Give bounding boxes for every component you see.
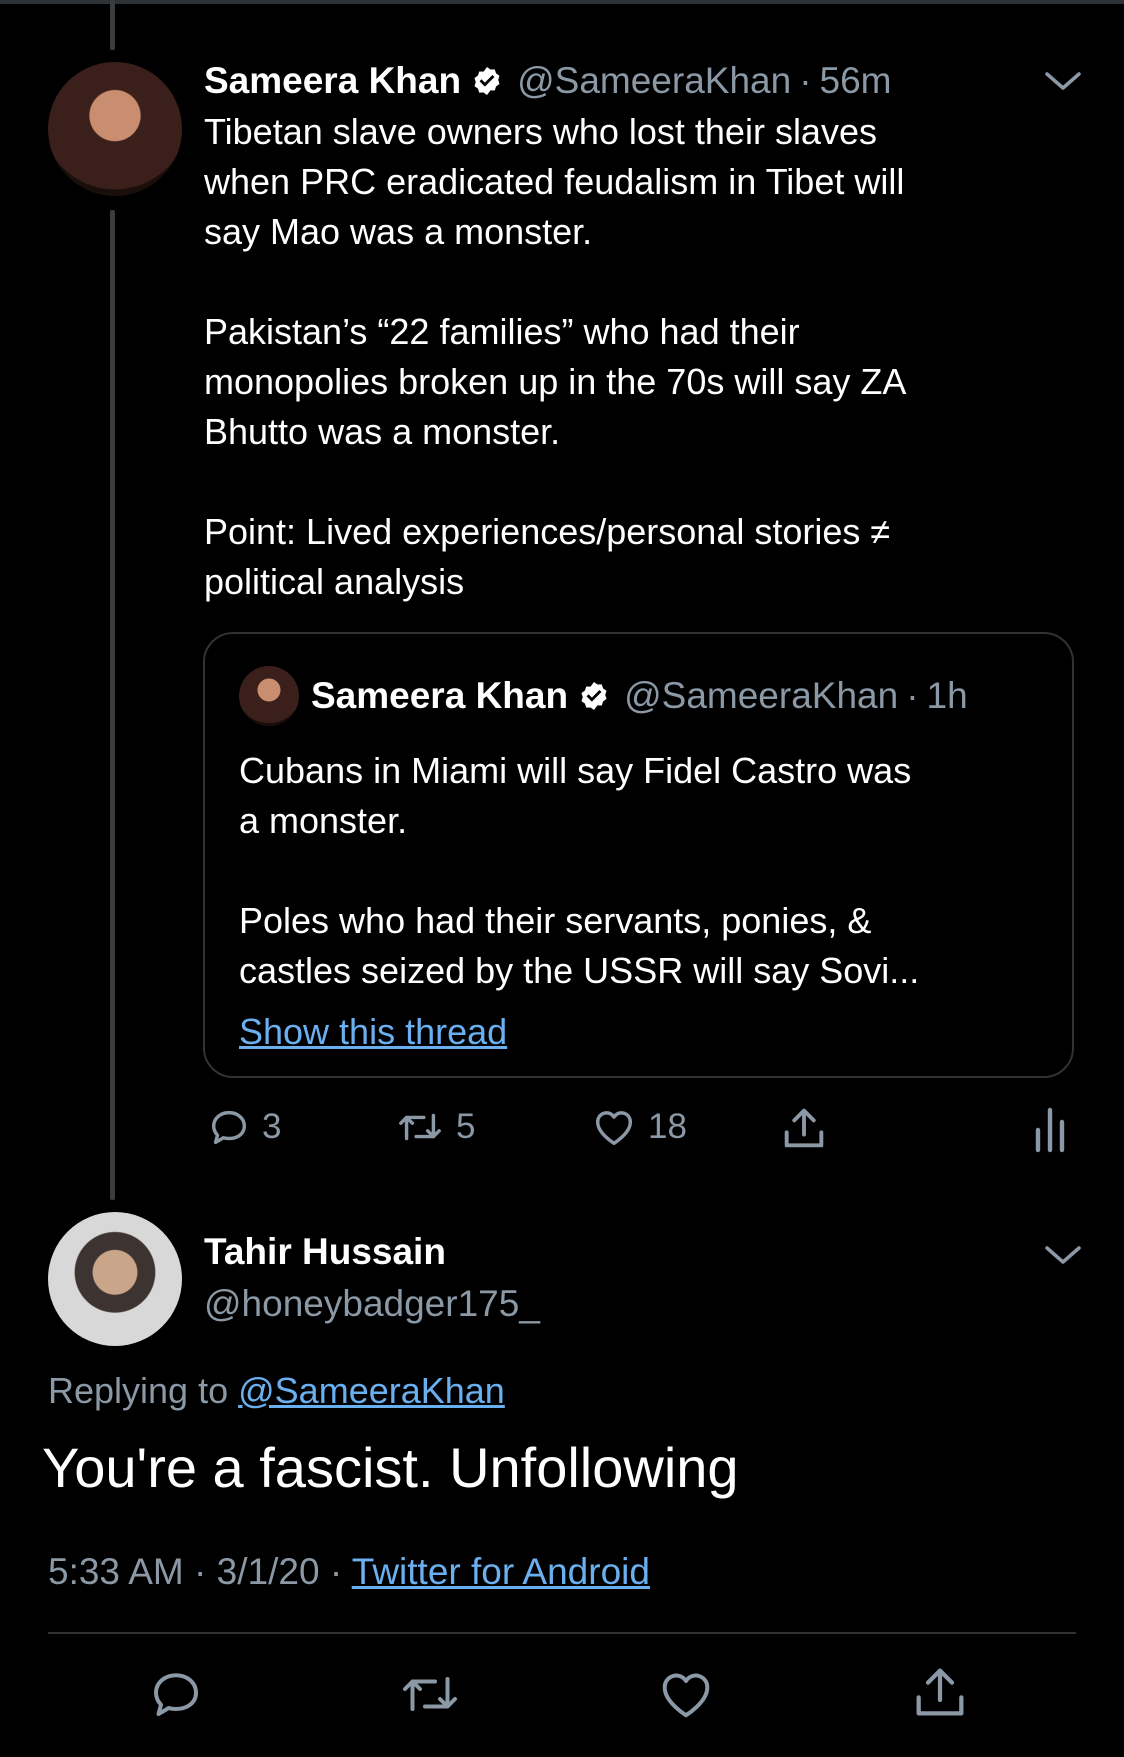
divider: [48, 1632, 1076, 1634]
top-divider: [0, 0, 1124, 4]
retweet-count: 5: [456, 1107, 476, 1146]
like-count: 18: [648, 1107, 687, 1146]
tweet-meta: 5:33 AM · 3/1/20 · Twitter for Android: [48, 1551, 650, 1593]
reply-button[interactable]: 3: [206, 1104, 281, 1150]
thread-connector-top: [110, 0, 115, 50]
quoted-handle: @SameeraKhan: [624, 675, 899, 716]
quoted-avatar: [239, 666, 299, 726]
chevron-down-icon[interactable]: [1043, 1240, 1083, 1270]
retweet-button[interactable]: 5: [394, 1104, 475, 1150]
avatar[interactable]: [48, 62, 182, 196]
show-thread-link[interactable]: Show this thread: [239, 1011, 507, 1053]
retweet-icon[interactable]: [396, 1664, 464, 1724]
timestamp[interactable]: 56m: [820, 60, 892, 102]
chevron-down-icon[interactable]: [1043, 66, 1083, 96]
heart-icon: [595, 1111, 633, 1146]
verified-badge-icon: [581, 682, 607, 710]
tweet-body: Tibetan slave owners who lost their slav…: [204, 111, 907, 602]
avatar[interactable]: [48, 1212, 182, 1346]
like-button[interactable]: 18: [590, 1104, 687, 1150]
tweet-date: 3/1/20: [216, 1551, 320, 1592]
source-link[interactable]: Twitter for Android: [352, 1551, 650, 1592]
author-handle[interactable]: @SameeraKhan: [517, 60, 791, 102]
author-name[interactable]: Tahir Hussain: [204, 1231, 446, 1273]
share-icon[interactable]: [908, 1660, 972, 1724]
tweet-time: 5:33 AM: [48, 1551, 184, 1592]
analytics-icon[interactable]: [1030, 1104, 1070, 1154]
quoted-tweet[interactable]: Sameera Khan @SameeraKhan · 1h Cubans in…: [203, 632, 1074, 1078]
separator: ·: [329, 1551, 343, 1592]
author-name[interactable]: Sameera Khan: [204, 60, 461, 102]
separator: ·: [906, 675, 919, 716]
thread-connector-main: [110, 210, 115, 1200]
replying-to: Replying to @SameeraKhan: [48, 1370, 505, 1412]
share-icon[interactable]: [778, 1102, 830, 1154]
reply-count: 3: [262, 1107, 282, 1146]
quoted-body: Cubans in Miami will say Fidel Castro wa…: [239, 750, 920, 991]
separator: ·: [194, 1551, 207, 1592]
quoted-timestamp: 1h: [926, 675, 968, 716]
replying-to-handle[interactable]: @SameeraKhan: [238, 1370, 505, 1411]
retweet-icon: [399, 1113, 441, 1141]
quoted-header: Sameera Khan @SameeraKhan · 1h: [311, 672, 968, 720]
separator: ·: [799, 60, 812, 101]
author-handle[interactable]: @honeybadger175_: [204, 1283, 540, 1325]
verified-badge-icon: [474, 67, 500, 95]
replying-to-label: Replying to: [48, 1370, 229, 1411]
quoted-author-name: Sameera Khan: [311, 675, 569, 716]
reply-icon[interactable]: [146, 1664, 206, 1724]
reply-icon: [211, 1110, 247, 1145]
tweet-header: Sameera Khan @SameeraKhan · 56m: [204, 57, 892, 105]
heart-icon[interactable]: [655, 1664, 717, 1724]
tweet-body: You're a fascist. Unfollowing: [42, 1436, 739, 1499]
